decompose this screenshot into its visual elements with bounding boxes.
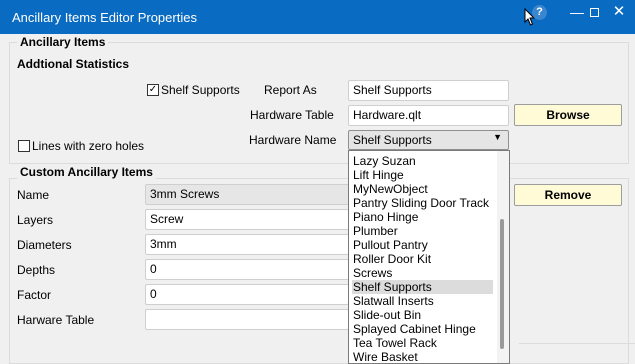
help-icon[interactable]: ? (532, 5, 547, 20)
dropdown-item[interactable]: Slatwall Inserts (352, 294, 493, 308)
dropdown-scrollbar[interactable] (497, 151, 509, 363)
factor-label: Factor (17, 288, 52, 302)
depths-input[interactable]: 0 (145, 259, 349, 280)
dropdown-scrollbar-thumb[interactable] (500, 219, 504, 349)
additional-statistics-heading: Addtional Statistics (17, 57, 130, 71)
layers-label: Layers (17, 213, 54, 227)
dropdown-item[interactable]: Pullout Pantry (352, 238, 493, 252)
diameters-label: Diameters (17, 238, 72, 252)
harware-table-label: Harware Table (17, 313, 95, 327)
report-as-input[interactable]: Shelf Supports (348, 80, 509, 101)
hardware-table-label: Hardware Table (250, 108, 334, 122)
dropdown-item[interactable]: Slide-out Bin (352, 308, 493, 322)
hardware-name-select[interactable]: Shelf Supports ▼ (348, 130, 509, 150)
dropdown-item[interactable]: Plumber (352, 224, 493, 238)
maximize-icon (590, 8, 599, 17)
dropdown-item-selected[interactable]: Shelf Supports (352, 280, 493, 294)
browse-button[interactable]: Browse (514, 104, 622, 126)
dropdown-item[interactable]: Pantry Sliding Door Track (352, 196, 493, 210)
maximize-button[interactable] (580, 3, 608, 23)
hardware-name-label: Hardware Name (249, 133, 337, 147)
lines-zero-holes-label: Lines with zero holes (32, 139, 145, 153)
dropdown-item[interactable]: Roller Door Kit (352, 252, 493, 266)
name-input[interactable]: 3mm Screws (145, 184, 349, 205)
hardware-name-dropdown-list[interactable]: Lazy Suzan Lift Hinge MyNewObject Pantry… (348, 150, 510, 364)
custom-ancillary-items-group-title: Custom Ancillary Items (17, 165, 156, 179)
divider (519, 343, 635, 344)
dropdown-item[interactable]: Splayed Cabinet Hinge (352, 322, 493, 336)
dropdown-item[interactable]: Wire Basket (352, 350, 493, 363)
diameters-input[interactable]: 3mm (145, 234, 349, 255)
dropdown-item[interactable]: MyNewObject (352, 182, 493, 196)
dropdown-item[interactable]: Lift Hinge (352, 168, 493, 182)
shelf-supports-checkbox[interactable]: ✓ (147, 84, 159, 96)
chevron-down-icon: ▼ (493, 132, 502, 142)
window-title: Ancillary Items Editor Properties (12, 10, 197, 25)
dropdown-item[interactable]: Tea Towel Rack (352, 336, 493, 350)
dropdown-item[interactable]: Screws (352, 266, 493, 280)
hardware-name-value: Shelf Supports (353, 133, 432, 147)
name-label: Name (17, 188, 50, 202)
hardware-table-input[interactable]: Hardware.qlt (348, 105, 509, 126)
dropdown-item[interactable]: Piano Hinge (352, 210, 493, 224)
harware-table-input[interactable] (145, 309, 349, 330)
ancillary-items-group-title: Ancillary Items (17, 35, 109, 49)
shelf-supports-label: Shelf Supports (161, 83, 240, 97)
close-button[interactable]: ✕ (605, 3, 633, 23)
lines-zero-holes-checkbox[interactable] (18, 140, 30, 152)
report-as-label: Report As (264, 83, 317, 97)
depths-label: Depths (17, 263, 56, 277)
layers-input[interactable]: Screw (145, 209, 349, 230)
dropdown-item[interactable]: Lazy Suzan (352, 154, 493, 168)
factor-input[interactable]: 0 (145, 284, 349, 305)
remove-button[interactable]: Remove (514, 184, 622, 206)
title-bar: Ancillary Items Editor Properties ? — ✕ (0, 0, 635, 34)
